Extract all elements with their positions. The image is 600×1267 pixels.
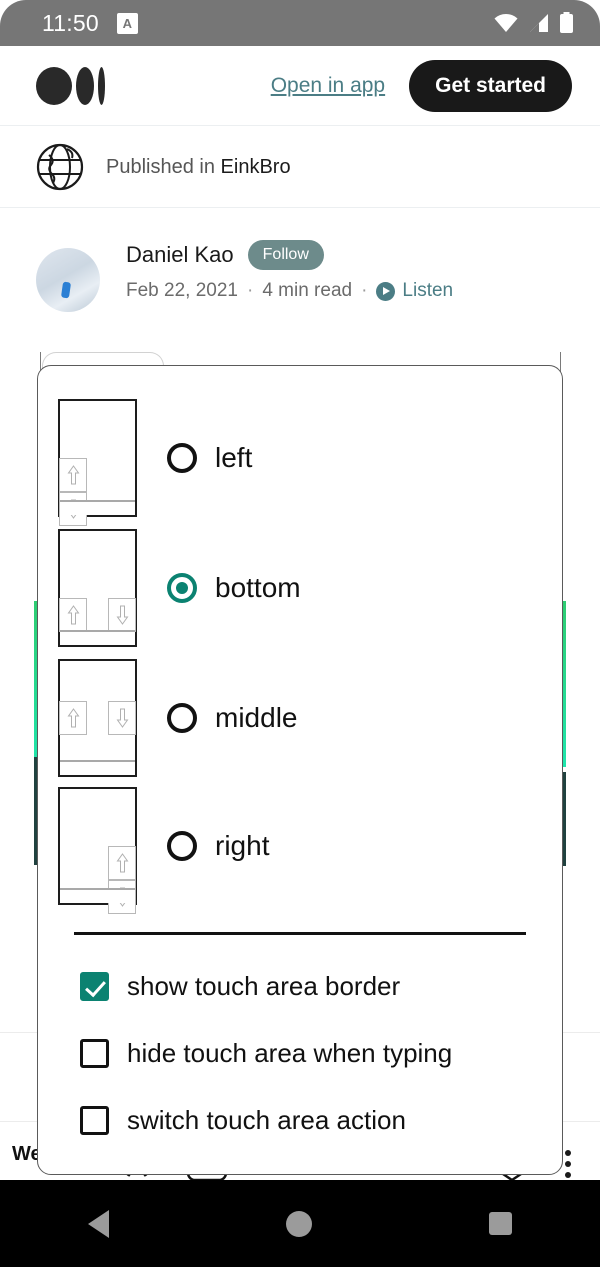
checkbox-row-hide-touch-area-typing[interactable]: hide touch area when typing [80, 1038, 452, 1069]
checkbox-label-switch-touch-area-action: switch touch area action [127, 1105, 406, 1135]
more-options-dot-1 [565, 1150, 571, 1156]
radio-left[interactable] [167, 443, 197, 473]
checkbox-hide-touch-area-typing[interactable] [80, 1039, 109, 1068]
follow-button[interactable]: Follow [247, 240, 324, 270]
option-row-bottom[interactable]: bottom [58, 529, 301, 647]
touch-area-settings-dialog: left bottom middle right show touch area… [37, 365, 563, 1175]
publish-date: Feb 22, 2021 [126, 280, 238, 301]
status-bar: 11:50 A [0, 0, 600, 46]
battery-icon [560, 12, 573, 33]
radio-middle[interactable] [167, 703, 197, 733]
publication-row[interactable]: Published in EinkBro [0, 127, 600, 208]
wifi-icon [494, 14, 518, 33]
publication-prefix: Published in [106, 155, 221, 178]
more-options-icon[interactable] [565, 1150, 571, 1183]
medium-logo-dot-medium [76, 66, 94, 105]
author-details: Daniel Kao Follow Feb 22, 2021 · 4 min r… [126, 240, 453, 302]
checkbox-switch-touch-area-action[interactable] [80, 1106, 109, 1135]
checkbox-show-touch-area-border[interactable] [80, 972, 109, 1001]
option-label-right: right [215, 830, 270, 861]
checkbox-row-show-touch-area-border[interactable]: show touch area border [80, 971, 400, 1002]
radio-right[interactable] [167, 831, 197, 861]
preview-thumbnail-middle [58, 659, 137, 777]
preview-up-arrow-box [59, 458, 87, 492]
radio-bottom[interactable] [167, 573, 197, 603]
medium-logo-dot-small [98, 66, 105, 105]
android-navigation-bar [0, 1180, 600, 1267]
listen-button[interactable]: Listen [376, 280, 453, 302]
preview-down-arrow-box [108, 598, 136, 632]
notification-badge-icon: A [116, 12, 138, 34]
option-row-middle[interactable]: middle [58, 659, 297, 777]
preview-up-arrow-box [108, 846, 136, 880]
arrow-down-icon [116, 605, 128, 625]
status-icons [493, 12, 574, 34]
status-clock: 11:50 [42, 9, 99, 36]
medium-top-bar: Open in app Get started [0, 46, 600, 126]
checkbox-label-hide-touch-area-typing: hide touch area when typing [127, 1038, 453, 1068]
preview-thumbnail-right [58, 787, 137, 914]
medium-logo-dot-large [36, 66, 72, 105]
publication-name: EinkBro [220, 155, 291, 178]
option-row-left[interactable]: left [58, 399, 253, 526]
preview-footer-strip [60, 888, 135, 903]
preview-footer-strip [60, 760, 135, 775]
preview-footer-strip [60, 630, 135, 645]
avatar[interactable] [36, 248, 100, 312]
option-label-left: left [215, 442, 253, 473]
author-row: Daniel Kao Follow Feb 22, 2021 · 4 min r… [0, 240, 600, 340]
back-icon[interactable] [88, 1209, 110, 1238]
medium-logo-icon[interactable] [36, 66, 105, 105]
arrow-down-icon [116, 708, 128, 728]
dialog-divider [74, 932, 526, 935]
get-started-button[interactable]: Get started [409, 59, 572, 112]
preview-up-arrow-box [59, 701, 87, 735]
option-label-middle: middle [215, 702, 298, 733]
preview-up-arrow-box [59, 598, 87, 632]
arrow-up-icon [116, 853, 128, 873]
arrow-up-icon [67, 605, 79, 625]
recents-icon[interactable] [488, 1212, 512, 1235]
author-name-line: Daniel Kao Follow [126, 240, 453, 270]
publication-text: Published in EinkBro [106, 156, 291, 179]
more-options-dot-2 [565, 1161, 571, 1167]
preview-footer-strip [60, 500, 135, 515]
phone-screen: 11:50 A Open in app Get started Publishe… [0, 0, 600, 1267]
home-icon[interactable] [285, 1210, 312, 1237]
option-label-bottom: bottom [215, 572, 301, 603]
checkbox-row-switch-touch-area-action[interactable]: switch touch area action [80, 1105, 406, 1136]
globe-icon [36, 143, 84, 191]
checkbox-label-show-touch-area-border: show touch area border [127, 971, 401, 1001]
meta-separator-1: · [246, 280, 254, 301]
read-time: 4 min read [262, 280, 353, 301]
preview-down-arrow-box [108, 701, 136, 735]
more-options-dot-3 [565, 1172, 571, 1178]
author-name[interactable]: Daniel Kao [126, 242, 234, 268]
open-in-app-link[interactable]: Open in app [271, 74, 385, 98]
preview-thumbnail-bottom [58, 529, 137, 647]
listen-label: Listen [402, 280, 454, 301]
arrow-up-icon [67, 708, 79, 728]
play-icon [376, 281, 396, 301]
cell-signal-icon [530, 14, 548, 32]
preview-thumbnail-left [58, 399, 137, 526]
meta-separator-2: · [361, 280, 368, 301]
article-meta-line: Feb 22, 2021 · 4 min read · Listen [126, 280, 453, 302]
option-row-right[interactable]: right [58, 787, 270, 914]
arrow-up-icon [67, 465, 79, 485]
